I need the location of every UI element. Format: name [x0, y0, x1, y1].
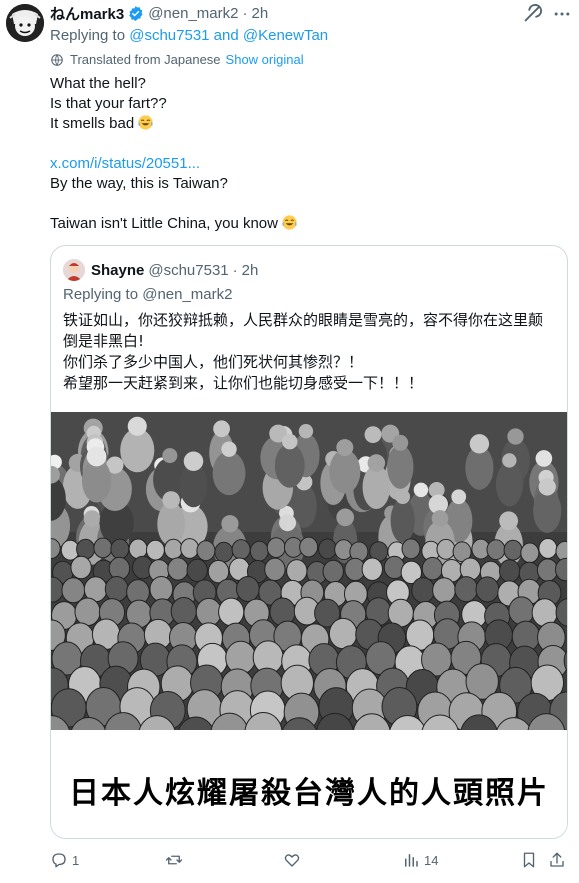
author-handle[interactable]: @nen_mark2 [148, 5, 238, 22]
translate-globe-icon [51, 53, 63, 66]
separator-dot: · [242, 4, 248, 22]
quoted-line: 你们杀了多少中国人，他们死状何其惨烈？！ [63, 353, 364, 371]
separator-dot: · [232, 261, 238, 279]
share-button[interactable] [548, 851, 566, 869]
reply-button[interactable]: 1 [50, 851, 79, 869]
views-chart-icon [405, 854, 418, 867]
tweet-timestamp[interactable]: 2h [251, 5, 268, 22]
translated-label: Translated from Japanese [70, 52, 221, 67]
reply-user-link[interactable]: @schu7531 [129, 27, 209, 44]
quoted-author-handle[interactable]: @schu7531 [148, 262, 228, 279]
historical-photo-image [51, 412, 567, 730]
quoted-line: 倒是非黑白! [63, 332, 145, 350]
tweet-body: What the hell? Is that your fart?? It sm… [50, 74, 298, 234]
quoted-line: 铁证如山，你还狡辩抵赖，人民群众的眼睛是雪亮的，容不得你在这里颠 [63, 311, 544, 329]
face-with-tears-of-joy-icon [282, 215, 297, 230]
reply-user-link[interactable]: @KenewTan [243, 27, 328, 44]
status-link[interactable]: x.com/i/status/20551... [50, 154, 298, 174]
quoted-timestamp: 2h [241, 261, 259, 279]
quoted-tweet-header: Shayne @schu7531 · 2h [63, 258, 258, 282]
grok-icon[interactable] [521, 3, 543, 25]
quoted-tweet-card[interactable]: Shayne @schu7531 · 2h Replying to @nen_m… [50, 245, 568, 839]
bookmark-button[interactable] [520, 851, 538, 869]
tweet-action-bar: 1 14 [50, 851, 570, 875]
quoted-author-name[interactable]: Shayne [91, 262, 144, 279]
more-options-icon[interactable] [551, 4, 573, 24]
like-button[interactable] [283, 851, 305, 869]
retweet-button[interactable] [165, 851, 187, 869]
reply-icon [52, 853, 66, 868]
tweet-line-text: Taiwan isn't Little China, you know [50, 215, 278, 232]
tweet-line: Taiwan isn't Little China, you know [50, 214, 298, 234]
face-with-tears-of-joy-icon [138, 115, 153, 130]
author-display-name[interactable]: ねんmark3 [50, 3, 124, 24]
tweet-line: By the way, this is Taiwan? [50, 175, 228, 192]
quoted-tweet-photo[interactable] [51, 412, 567, 730]
quoted-line: 希望那一天赶紧到来，让你们也能切身感受一下！！！ [63, 374, 424, 392]
reply-count: 1 [72, 852, 80, 868]
tweet-line-text: It smells bad [50, 115, 135, 132]
share-icon [550, 852, 564, 867]
tweet-line: It smells bad [50, 114, 298, 134]
retweet-icon [165, 855, 183, 865]
author-avatar[interactable] [6, 4, 44, 42]
bookmark-icon [523, 852, 535, 868]
views-count: 14 [424, 852, 439, 868]
tweet-line: Is that your fart?? [50, 95, 167, 112]
reply-and-text: and [213, 27, 239, 44]
photo-caption: 日本人炫耀屠殺台灣人的人頭照片 [69, 776, 549, 811]
views-button[interactable]: 14 [402, 851, 438, 869]
quoted-author-avatar[interactable] [63, 259, 85, 281]
replying-prefix: Replying to [50, 27, 126, 44]
translation-notice: Translated from Japanese Show original [50, 52, 304, 67]
show-original-link[interactable]: Show original [226, 52, 304, 67]
tweet-line: What the hell? [50, 75, 146, 92]
photo-caption-area: 日本人炫耀屠殺台灣人的人頭照片 [51, 730, 567, 838]
quoted-tweet-text: 铁证如山，你还狡辩抵赖，人民群众的眼睛是雪亮的，容不得你在这里颠 倒是非黑白! … [63, 310, 559, 394]
verified-badge-icon[interactable] [127, 5, 144, 22]
quoted-replying-to: Replying to @nen_mark2 [63, 286, 233, 303]
tweet-header: ねんmark3 @nen_mark2 · 2h [50, 2, 268, 24]
replying-to: Replying to @schu7531 and @KenewTan [50, 27, 328, 44]
heart-icon [284, 854, 300, 867]
